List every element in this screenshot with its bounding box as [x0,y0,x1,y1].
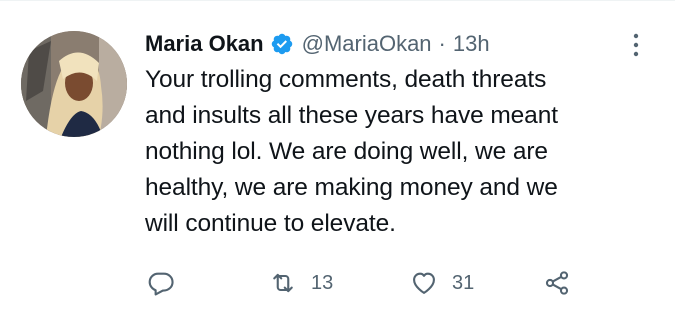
author-name[interactable]: Maria Okan [145,31,264,57]
separator-dot: · [438,31,446,56]
top-divider [0,0,675,1]
tweet-actions: 13 31 [145,266,665,300]
tweet-text-line: nothing lol. We are doing well, we are [145,138,548,165]
retweet-icon [273,273,293,293]
like-icon [413,272,435,294]
share-button[interactable] [543,266,571,300]
tweet-text-line: and insults all these years have meant [145,102,558,129]
like-button[interactable]: 31 [410,266,474,300]
tweet-text-line: will continue to elevate. [145,210,396,237]
timestamp[interactable]: 13h [453,31,490,57]
avatar-image [21,31,127,137]
tweet-text-line: healthy, we are making money and we [145,174,558,201]
avatar[interactable] [21,31,127,137]
more-icon[interactable] [630,32,642,58]
tweet-header: Maria Okan @MariaOkan · 13h [145,28,490,60]
share-icon [545,271,569,295]
tweet-text: Your trolling comments, death threats an… [145,62,665,242]
author-handle[interactable]: @MariaOkan [302,31,432,57]
reply-button[interactable] [147,266,189,300]
like-count: 31 [452,271,475,294]
retweet-button[interactable]: 13 [269,266,333,300]
verified-badge-icon [271,33,292,55]
tweet-text-line: Your trolling comments, death threats [145,66,547,93]
reply-icon [148,272,174,296]
retweet-count: 13 [311,271,334,294]
